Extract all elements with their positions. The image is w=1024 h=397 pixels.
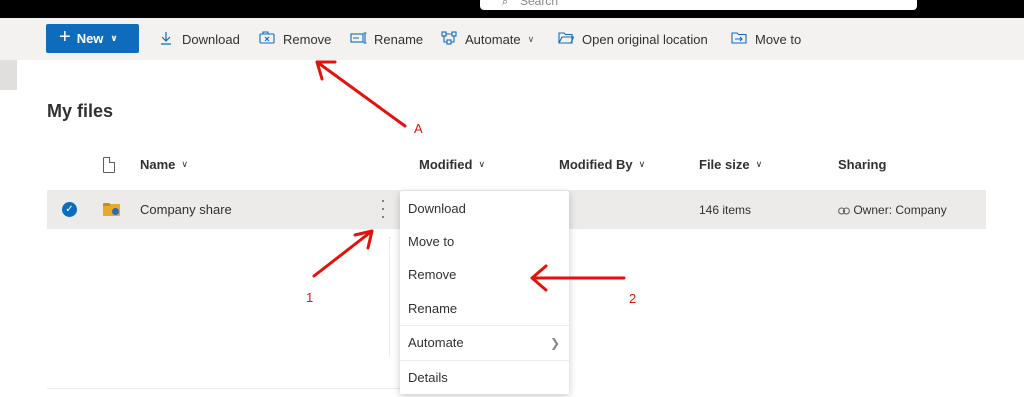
context-menu-item-remove[interactable]: Remove — [400, 258, 569, 291]
search-icon: ⌕ — [502, 0, 509, 8]
row-file-size: 146 items — [699, 203, 752, 217]
search-box[interactable]: ⌕ Search — [480, 0, 917, 10]
more-vertical-icon[interactable] — [378, 200, 388, 218]
menu-item-label: Details — [408, 370, 448, 385]
column-header-name-label: Name — [140, 157, 176, 172]
context-menu-item-move-to[interactable]: Move to — [400, 225, 569, 258]
annotation-label-a: A — [414, 121, 423, 136]
search-placeholder: Search — [520, 0, 559, 8]
rename-label: Rename — [374, 31, 424, 47]
annotation-arrow-a — [315, 60, 407, 128]
column-header-modified[interactable]: Modified ∨ — [419, 157, 485, 172]
rename-icon — [350, 31, 367, 47]
new-button[interactable]: + New ∨ — [46, 24, 139, 53]
column-header-name[interactable]: Name ∨ — [140, 157, 188, 172]
menu-item-label: Automate — [408, 335, 464, 350]
context-menu-item-download[interactable]: Download — [400, 192, 569, 225]
plus-icon: + — [59, 26, 71, 48]
page-title: My files — [47, 101, 114, 121]
download-label: Download — [182, 31, 240, 47]
row-sharing: Owner: Company — [838, 203, 947, 217]
new-button-label: New — [76, 31, 104, 46]
shared-folder-icon — [103, 203, 120, 216]
column-header-sharing-label: Sharing — [838, 157, 887, 172]
context-menu-item-rename[interactable]: Rename — [400, 292, 569, 325]
menu-item-label: Rename — [408, 301, 458, 316]
divider — [47, 388, 400, 389]
annotation-label-1: 1 — [306, 290, 314, 305]
column-header-modified-by-label: Modified By — [559, 157, 633, 172]
chevron-down-icon: ∨ — [478, 159, 486, 169]
context-menu-item-details[interactable]: Details — [400, 361, 569, 394]
nav-scroll-strip — [0, 60, 17, 90]
rename-button[interactable]: Rename — [350, 18, 423, 60]
remove-label: Remove — [283, 31, 332, 47]
column-header-file-size[interactable]: File size ∨ — [699, 157, 762, 172]
folder-open-icon — [558, 31, 575, 47]
column-header-file-size-label: File size — [699, 157, 750, 172]
remove-icon — [259, 31, 275, 47]
menu-item-label: Download — [408, 201, 466, 216]
download-icon — [158, 31, 174, 48]
chevron-down-icon: ∨ — [181, 159, 189, 169]
file-type-header-icon[interactable] — [103, 157, 115, 173]
annotation-label-2: 2 — [629, 291, 637, 306]
move-to-icon — [731, 31, 747, 47]
move-to-label: Move to — [755, 31, 802, 47]
context-menu: Download Move to Remove Rename Automate … — [400, 191, 569, 394]
command-bar: + New ∨ Download Remove Rename Automate … — [0, 18, 1024, 60]
checkmark-icon[interactable]: ✓ — [62, 202, 77, 217]
column-header-sharing[interactable]: Sharing — [838, 157, 886, 172]
row-sharing-label: Owner: Company — [853, 203, 947, 217]
remove-button[interactable]: Remove — [259, 18, 331, 60]
column-header-modified-by[interactable]: Modified By ∨ — [559, 157, 645, 172]
row-name[interactable]: Company share — [140, 202, 232, 217]
context-menu-item-automate[interactable]: Automate ❯ — [400, 326, 569, 359]
annotation-arrow-1 — [312, 229, 374, 278]
automate-label: Automate — [465, 31, 521, 47]
open-original-location-button[interactable]: Open original location — [558, 18, 708, 60]
column-header-modified-label: Modified — [419, 157, 473, 172]
chevron-down-icon: ∨ — [755, 159, 763, 169]
divider — [389, 237, 390, 357]
move-to-button[interactable]: Move to — [731, 18, 801, 60]
link-icon — [838, 203, 853, 217]
chevron-down-icon: ∨ — [110, 33, 118, 43]
chevron-down-icon: ∨ — [638, 159, 646, 169]
open-original-location-label: Open original location — [582, 31, 708, 47]
menu-item-label: Remove — [408, 267, 457, 282]
automate-icon — [441, 30, 457, 48]
chevron-right-icon: ❯ — [549, 335, 560, 350]
download-button[interactable]: Download — [158, 18, 240, 60]
menu-item-label: Move to — [408, 234, 455, 249]
automate-button[interactable]: Automate ∨ — [441, 18, 534, 60]
chevron-down-icon: ∨ — [527, 33, 535, 44]
